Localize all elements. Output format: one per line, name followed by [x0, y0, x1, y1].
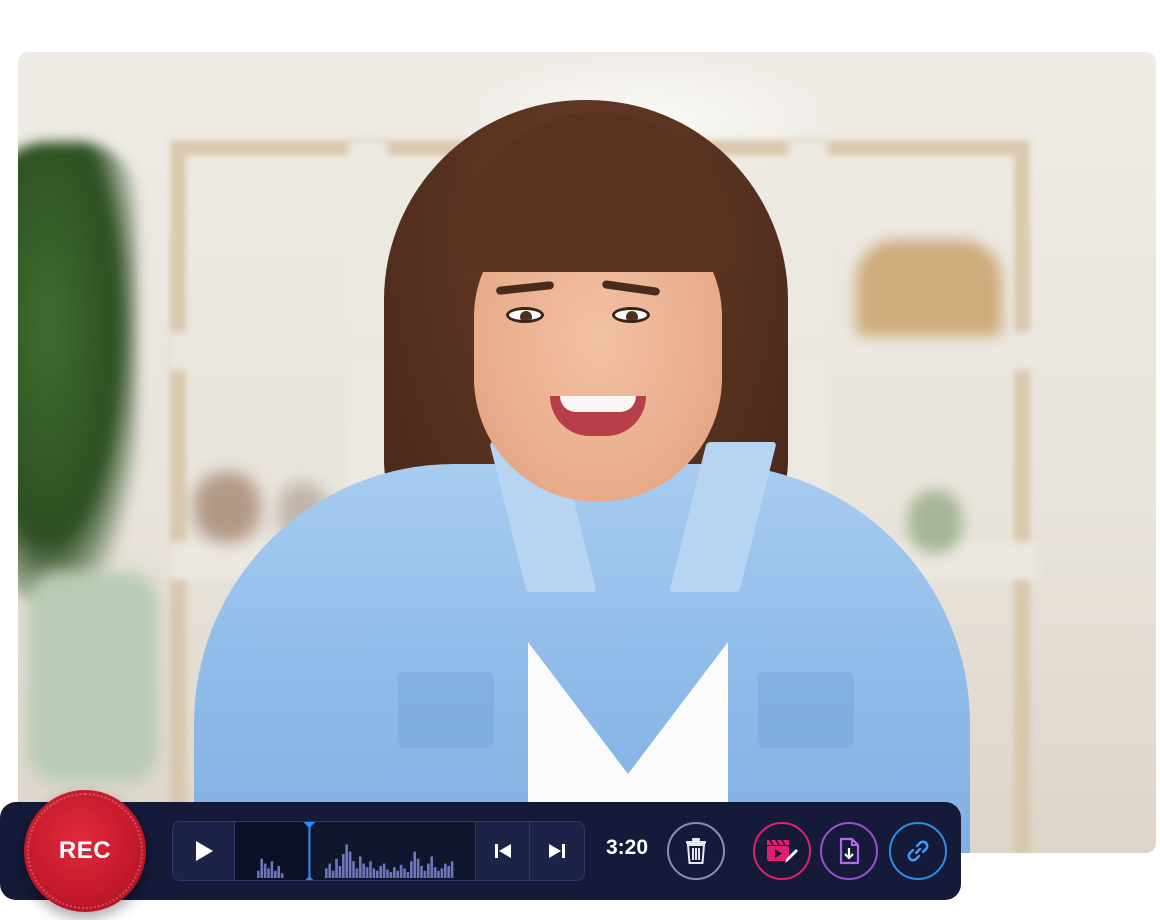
waveform-scrubber[interactable] [235, 822, 475, 880]
person-eye [612, 307, 650, 323]
waveform-bar [379, 866, 382, 878]
waveform-bar [352, 861, 355, 878]
video-preview [18, 52, 1156, 853]
waveform-bar [393, 867, 396, 878]
waveform-bar [260, 858, 263, 878]
background-cushion [28, 572, 158, 782]
link-icon [907, 840, 929, 862]
waveform-bar [325, 868, 328, 878]
waveform-bar [274, 870, 277, 878]
waveform-bar [389, 872, 393, 878]
waveform-bar [450, 861, 454, 878]
shirt-pocket [758, 672, 854, 748]
waveform-bar [376, 870, 379, 878]
waveform-bar [447, 866, 450, 878]
waveform-bar [342, 854, 345, 878]
person-eye [506, 307, 544, 323]
waveform-bar [338, 866, 342, 878]
skip-back-icon [494, 844, 511, 858]
skip-forward-button[interactable] [529, 822, 583, 880]
waveform-bar [362, 863, 365, 878]
skip-back-button[interactable] [475, 822, 529, 880]
waveform-bar [257, 870, 260, 878]
waveform-bar [396, 870, 399, 878]
video-edit-icon [767, 839, 798, 863]
recording-time: 3:20 [606, 836, 649, 859]
waveform-bar [372, 868, 376, 878]
waveform-bar [277, 866, 280, 878]
download-button[interactable] [820, 822, 878, 880]
waveform-bar [355, 868, 359, 878]
play-button[interactable] [173, 822, 235, 880]
waveform-bar [386, 869, 389, 878]
waveform-bar [345, 844, 348, 878]
waveform-bar [444, 863, 447, 878]
waveform [235, 822, 454, 880]
edit-video-button[interactable] [753, 822, 811, 880]
waveform-bar [369, 861, 372, 878]
waveform-bar [410, 861, 413, 878]
waveform-bar [406, 872, 410, 878]
waveform-bar [423, 870, 427, 878]
background-basket [856, 240, 1002, 336]
record-label: REC [58, 837, 112, 864]
download-file-icon [839, 837, 860, 865]
waveform-bar [382, 863, 386, 878]
play-icon [195, 841, 213, 861]
waveform-bar [403, 868, 406, 878]
copy-link-button[interactable] [889, 822, 947, 880]
waveform-bar [413, 851, 416, 878]
waveform-bar [427, 863, 430, 878]
waveform-bar [437, 870, 440, 878]
record-button[interactable]: REC [24, 790, 146, 912]
waveform-bar [331, 870, 335, 878]
background-plant [18, 142, 138, 602]
waveform-bar [399, 864, 403, 878]
background-vase [194, 472, 260, 542]
waveform-bar [440, 868, 444, 878]
background-plant-small [908, 490, 962, 554]
waveform-bar [359, 856, 362, 878]
waveform-bar [433, 867, 437, 878]
waveform-bar [280, 873, 284, 878]
waveform-bar [348, 851, 352, 878]
shirt-pocket [398, 672, 494, 748]
trash-icon [686, 838, 706, 864]
delete-button[interactable] [667, 822, 725, 880]
waveform-bar [267, 868, 270, 878]
waveform-bar [416, 858, 420, 878]
audio-player [172, 821, 585, 881]
waveform-bar [263, 863, 267, 878]
waveform-bar [328, 863, 331, 878]
waveform-bar [270, 861, 274, 878]
waveform-bar [420, 866, 423, 878]
skip-forward-icon [548, 844, 565, 858]
waveform-bar [430, 856, 433, 878]
waveform-bar [335, 858, 338, 878]
waveform-bar [365, 867, 369, 878]
